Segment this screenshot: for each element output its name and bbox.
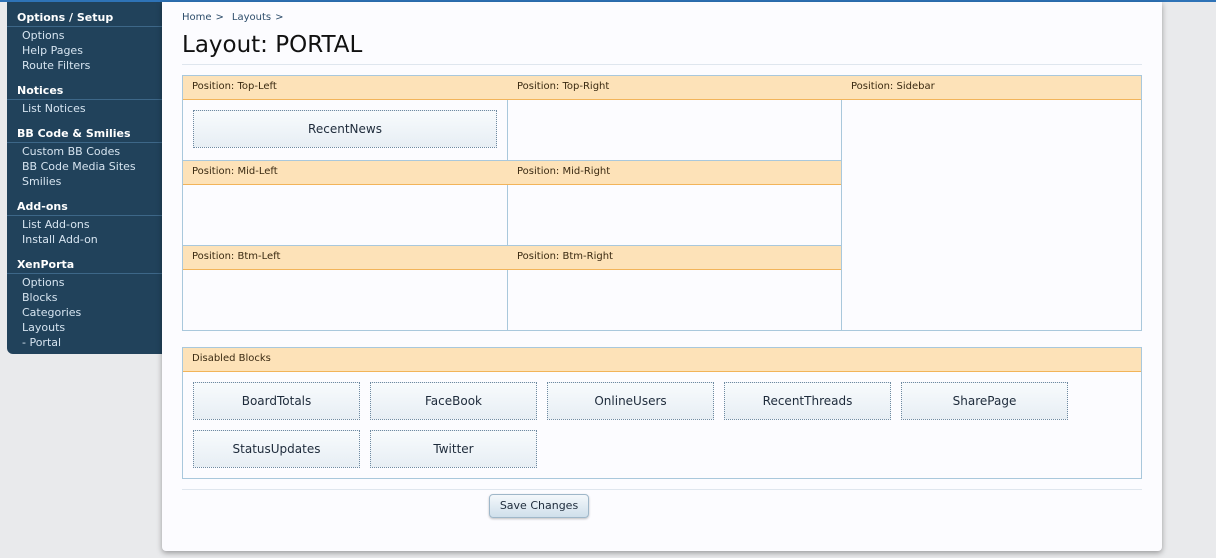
- block-facebook[interactable]: FaceBook: [370, 382, 537, 420]
- position-header-mid-right: Position: Mid-Right: [508, 160, 842, 185]
- sidebar-nav: Options / Setup Options Help Pages Route…: [7, 2, 162, 354]
- sidebar-group-notices: Notices List Notices: [7, 82, 162, 116]
- breadcrumb-home[interactable]: Home: [182, 12, 212, 23]
- main-content: Home > Layouts > Layout: PORTAL Position: T…: [162, 2, 1162, 551]
- position-header-top-right: Position: Top-Right: [508, 76, 842, 100]
- sidebar-group-title: Add-ons: [7, 198, 162, 216]
- position-header-mid-left: Position: Mid-Left: [183, 160, 508, 185]
- sidebar-item-options[interactable]: Options: [7, 28, 162, 43]
- column-divider: [507, 185, 508, 245]
- title-divider: [182, 64, 1142, 65]
- position-header-sidebar: Position: Sidebar: [842, 76, 1141, 100]
- block-recentthreads[interactable]: RecentThreads: [724, 382, 891, 420]
- position-header-btm-right: Position: Btm-Right: [508, 245, 842, 270]
- layout-positions-grid: Position: Top-Left Position: Top-Right P…: [182, 75, 1142, 331]
- form-divider: [182, 489, 1142, 490]
- breadcrumb-separator: >: [215, 12, 224, 23]
- position-header-top-left: Position: Top-Left: [183, 76, 508, 100]
- sidebar-item-layouts[interactable]: Layouts: [7, 320, 162, 335]
- sidebar-item-categories[interactable]: Categories: [7, 305, 162, 320]
- breadcrumb-separator: >: [275, 12, 284, 23]
- sidebar-group-title: Notices: [7, 82, 162, 100]
- sidebar-item-list-add-ons[interactable]: List Add-ons: [7, 217, 162, 232]
- sidebar-group-title: BB Code & Smilies: [7, 125, 162, 143]
- save-changes-button[interactable]: Save Changes: [489, 494, 589, 518]
- sidebar-item-route-filters[interactable]: Route Filters: [7, 58, 162, 73]
- page-title: Layout: PORTAL: [182, 32, 363, 58]
- sidebar-group-xenporta: XenPorta Options Blocks Categories Layou…: [7, 256, 162, 350]
- disabled-blocks-header: Disabled Blocks: [183, 348, 1141, 372]
- disabled-blocks-panel: Disabled Blocks BoardTotals FaceBook Onl…: [182, 347, 1142, 479]
- sidebar-group-add-ons: Add-ons List Add-ons Install Add-on: [7, 198, 162, 247]
- breadcrumb: Home > Layouts >: [182, 12, 292, 23]
- sidebar-item-install-add-on[interactable]: Install Add-on: [7, 232, 162, 247]
- block-recentnews[interactable]: RecentNews: [193, 110, 497, 148]
- sidebar-group-title: Options / Setup: [7, 9, 162, 27]
- sidebar-item-custom-bb-codes[interactable]: Custom BB Codes: [7, 144, 162, 159]
- sidebar-item-list-notices[interactable]: List Notices: [7, 101, 162, 116]
- position-header-btm-left: Position: Btm-Left: [183, 245, 508, 270]
- block-twitter[interactable]: Twitter: [370, 430, 537, 468]
- breadcrumb-layouts[interactable]: Layouts: [232, 12, 271, 23]
- sidebar-item-bb-code-media-sites[interactable]: BB Code Media Sites: [7, 159, 162, 174]
- block-onlineusers[interactable]: OnlineUsers: [547, 382, 714, 420]
- sidebar-item-portal[interactable]: - Portal: [7, 335, 162, 350]
- sidebar-divider: [841, 100, 842, 330]
- block-sharepage[interactable]: SharePage: [901, 382, 1068, 420]
- sidebar-group-options-setup: Options / Setup Options Help Pages Route…: [7, 9, 162, 73]
- sidebar-item-xenporta-options[interactable]: Options: [7, 275, 162, 290]
- sidebar-item-smilies[interactable]: Smilies: [7, 174, 162, 189]
- column-divider: [507, 270, 508, 330]
- sidebar-group-title: XenPorta: [7, 256, 162, 274]
- block-statusupdates[interactable]: StatusUpdates: [193, 430, 360, 468]
- sidebar-item-help-pages[interactable]: Help Pages: [7, 43, 162, 58]
- column-divider: [507, 100, 508, 160]
- block-boardtotals[interactable]: BoardTotals: [193, 382, 360, 420]
- sidebar-item-blocks[interactable]: Blocks: [7, 290, 162, 305]
- sidebar-group-bb-code: BB Code & Smilies Custom BB Codes BB Cod…: [7, 125, 162, 189]
